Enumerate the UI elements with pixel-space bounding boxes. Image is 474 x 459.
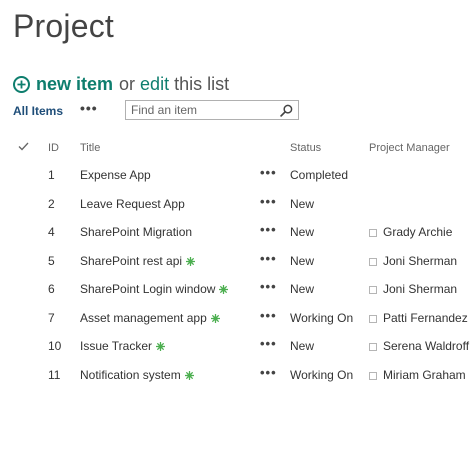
table-row[interactable]: 6 SharePoint Login window ••• New Joni Sherm… (0, 276, 474, 305)
search-icon[interactable] (280, 104, 293, 117)
row-project-manager: Miriam Graham (369, 368, 466, 382)
search-input[interactable] (126, 101, 277, 119)
project-manager-name[interactable]: Joni Sherman (383, 282, 457, 296)
row-menu-button[interactable]: ••• (260, 222, 277, 237)
presence-icon (369, 371, 377, 380)
view-options-button[interactable]: ••• (80, 100, 98, 116)
row-title-link[interactable]: SharePoint Login window (80, 282, 215, 296)
project-manager-name[interactable]: Patti Fernandez (383, 311, 468, 325)
presence-icon (369, 286, 377, 294)
this-list-label: this list (174, 74, 230, 94)
view-selector-all-items[interactable]: All Items (13, 104, 63, 118)
row-status: New (290, 196, 315, 211)
row-title-link[interactable]: Expense App (80, 168, 151, 182)
row-title-cell: SharePoint Login window (80, 282, 229, 296)
list-header-row: ID Title Status Project Manager (0, 136, 474, 162)
row-title-cell: Expense App (80, 168, 151, 182)
plus-circle-icon[interactable] (13, 76, 30, 93)
row-status: New (290, 339, 315, 353)
table-row[interactable]: 7 Asset management app ••• Working On Patti … (0, 305, 474, 334)
row-project-manager: Patti Fernandez (369, 311, 468, 325)
row-title-cell: Notification system (80, 368, 194, 382)
table-row[interactable]: 2 Leave Request App ••• New (0, 191, 474, 220)
row-title-cell: Issue Tracker (80, 339, 166, 353)
presence-icon (369, 343, 377, 351)
search-box (125, 100, 299, 120)
row-menu-button[interactable]: ••• (260, 279, 277, 294)
command-bar: new item or edit this list (13, 74, 229, 95)
row-title-cell: Asset management app (80, 311, 220, 325)
row-menu-button[interactable]: ••• (260, 165, 277, 180)
new-item-badge-icon (186, 255, 196, 266)
row-id: 2 (48, 196, 55, 211)
table-row[interactable]: 5 SharePoint rest api ••• New Joni Sherman (0, 248, 474, 277)
page-title: Project (13, 8, 114, 44)
row-id: 11 (48, 367, 61, 382)
presence-icon (369, 229, 377, 237)
table-row[interactable]: 10 Issue Tracker ••• New Serena Waldroff (0, 333, 474, 362)
project-manager-name[interactable]: Grady Archie (383, 225, 452, 239)
presence-icon (369, 257, 377, 266)
row-id: 4 (48, 225, 55, 239)
new-item-badge-icon (184, 369, 194, 380)
checkmark-icon[interactable] (18, 142, 29, 151)
row-menu-button[interactable]: ••• (260, 336, 277, 351)
column-header-title[interactable]: Title (80, 142, 100, 154)
view-bar: All Items ••• (13, 100, 313, 122)
new-item-badge-icon (156, 340, 166, 351)
project-manager-name[interactable]: Miriam Graham (383, 368, 466, 382)
row-title-link[interactable]: Leave Request App (80, 197, 185, 211)
row-project-manager: Grady Archie (369, 225, 452, 239)
row-title-link[interactable]: Notification system (80, 368, 181, 382)
column-header-project-manager[interactable]: Project Manager (369, 142, 450, 154)
row-status: New (290, 225, 315, 239)
edit-list-link[interactable]: edit (140, 74, 169, 95)
row-menu-button[interactable]: ••• (260, 308, 277, 323)
or-label: or (119, 74, 136, 94)
row-project-manager: Joni Sherman (369, 254, 457, 268)
row-id: 10 (48, 339, 62, 353)
presence-icon (369, 314, 377, 323)
table-row[interactable]: 1 Expense App ••• Completed (0, 162, 474, 191)
row-project-manager: Serena Waldroff (369, 339, 469, 353)
table-row[interactable]: 11 Notification system ••• Working On Miriam… (0, 362, 474, 391)
row-id: 5 (48, 253, 55, 268)
row-title-cell: SharePoint Migration (80, 225, 192, 239)
new-item-button[interactable]: new item (36, 74, 113, 95)
row-project-manager: Joni Sherman (369, 282, 457, 296)
items-list: ID Title Status Project Manager 1 Expense… (0, 136, 474, 390)
row-status: Completed (290, 168, 349, 182)
new-item-badge-icon (219, 283, 229, 294)
row-title-cell: Leave Request App (80, 197, 185, 211)
row-id: 7 (48, 310, 55, 325)
row-status: New (290, 253, 315, 268)
row-menu-button[interactable]: ••• (260, 365, 277, 380)
row-id: 1 (48, 168, 55, 182)
row-status: New (290, 282, 315, 296)
table-row[interactable]: 4 SharePoint Migration ••• New Grady Archie (0, 219, 474, 248)
new-item-badge-icon (210, 312, 220, 323)
row-menu-button[interactable]: ••• (260, 194, 277, 209)
row-status: Working On (290, 367, 354, 382)
row-title-link[interactable]: SharePoint Migration (80, 225, 192, 239)
row-menu-button[interactable]: ••• (260, 251, 277, 266)
row-id: 6 (48, 282, 55, 296)
row-status: Working On (290, 310, 354, 325)
sharepoint-list-page: Project new item or edit this list All I… (0, 0, 474, 459)
row-title-cell: SharePoint rest api (80, 254, 196, 268)
list-rows: 1 Expense App ••• Completed 2 Leave Request A… (0, 162, 474, 390)
row-title-link[interactable]: SharePoint rest api (80, 254, 182, 268)
project-manager-name[interactable]: Serena Waldroff (383, 339, 469, 353)
project-manager-name[interactable]: Joni Sherman (383, 254, 457, 268)
column-header-status[interactable]: Status (290, 142, 321, 154)
row-title-link[interactable]: Issue Tracker (80, 339, 152, 353)
column-header-id[interactable]: ID (48, 142, 59, 154)
row-title-link[interactable]: Asset management app (80, 311, 207, 325)
